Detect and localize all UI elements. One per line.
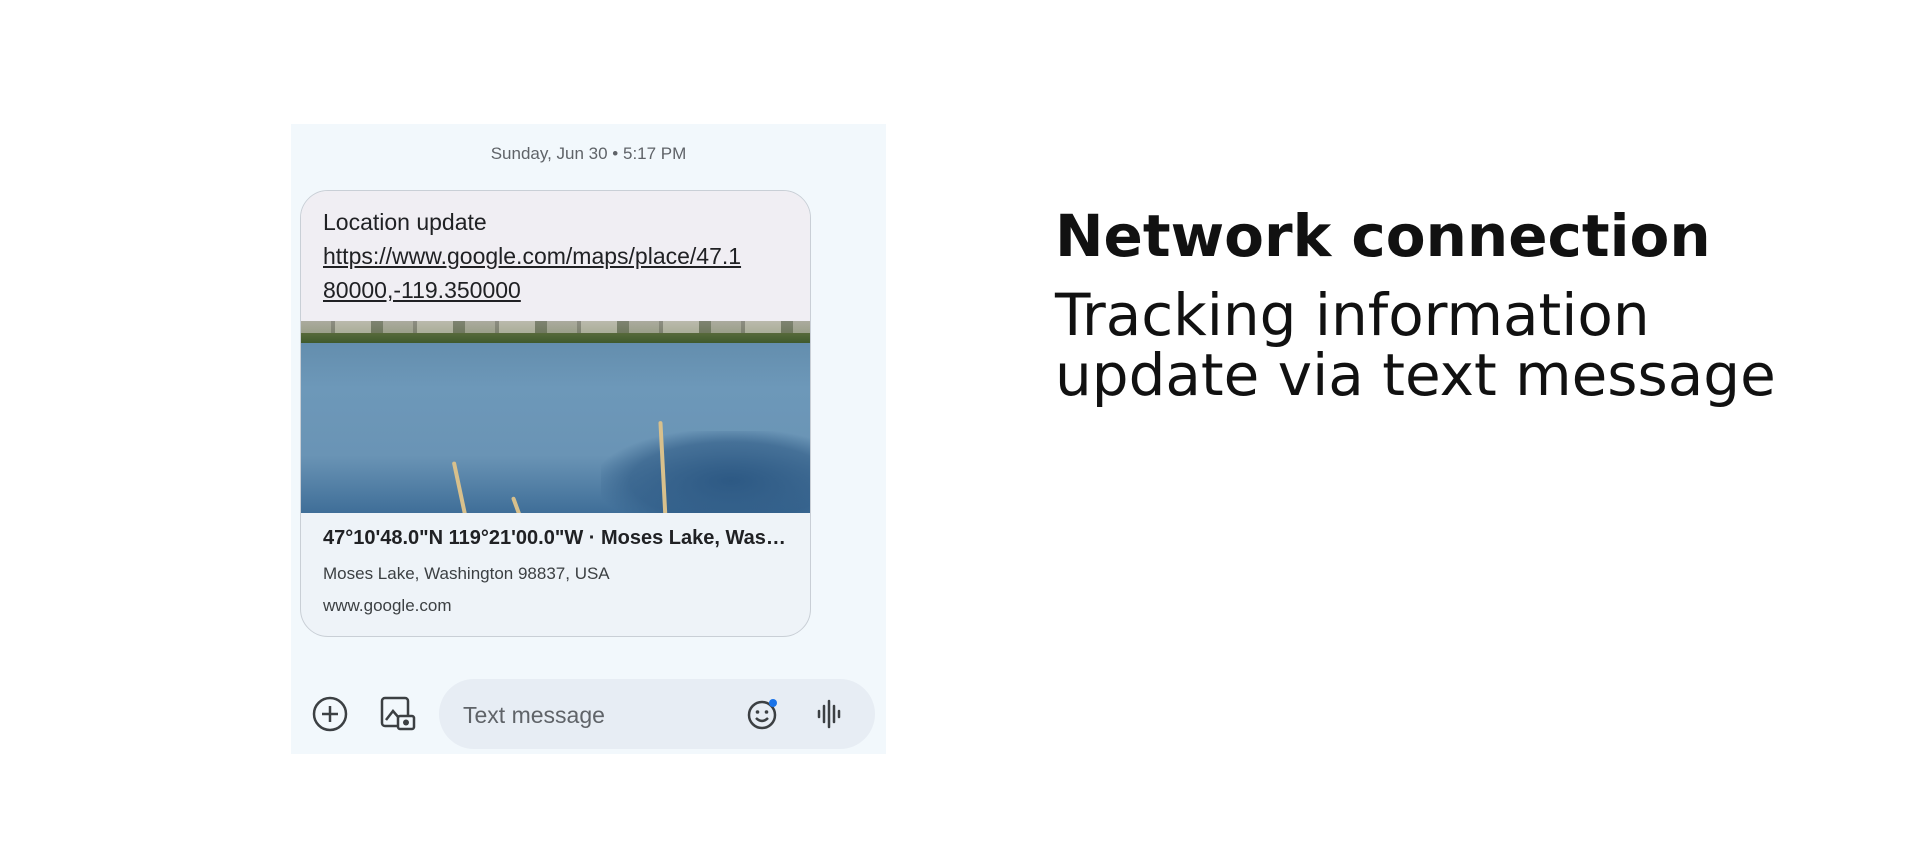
messages-screen: Sunday, Jun 30 • 5:17 PM Location update… [291,124,886,754]
message-text: Location update [323,209,487,235]
message-input-pill [439,679,875,749]
link-preview-subtitle: Moses Lake, Washington 98837, USA [323,564,610,583]
reed [510,496,526,513]
link-preview-domain: www.google.com [323,596,452,615]
link-preview-image[interactable] [301,321,810,513]
shoreline-buildings [301,321,810,333]
slide-subheading: Tracking information update via text mes… [1055,281,1776,409]
emoji-icon[interactable] [741,692,785,736]
link-preview-info[interactable]: 47°10'48.0"N 119°21'00.0"W · Moses Lake,… [301,513,810,630]
message-bubble[interactable]: Location update https://www.google.com/m… [300,190,811,637]
reed [451,461,469,513]
dark-water-patch [601,431,810,513]
voice-icon[interactable] [808,692,852,736]
add-circle-icon[interactable] [308,692,352,736]
message-composer [291,679,886,749]
message-link[interactable]: https://www.google.com/maps/place/47.180… [323,239,743,307]
link-preview-title: 47°10'48.0"N 119°21'00.0"W · Moses Lake,… [323,527,788,549]
slide-heading: Network connection [1055,202,1711,270]
gallery-icon[interactable] [376,692,420,736]
message-input[interactable] [461,696,735,734]
message-body: Location update https://www.google.com/m… [301,191,810,321]
message-timestamp: Sunday, Jun 30 • 5:17 PM [490,144,687,163]
